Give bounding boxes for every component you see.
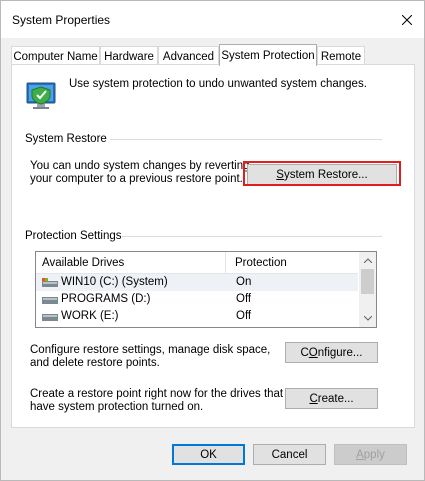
title-bar: System Properties xyxy=(1,1,424,38)
scroll-up-button[interactable] xyxy=(359,252,376,269)
button-label-rest: reate... xyxy=(317,392,354,405)
vertical-scrollbar[interactable] xyxy=(359,252,376,327)
button-label: Apply xyxy=(356,449,385,461)
create-description: Create a restore point right now for the… xyxy=(30,388,283,414)
configure-button[interactable]: COnfigure... xyxy=(285,342,378,363)
tab-computer-name[interactable]: Computer Name xyxy=(11,46,100,66)
list-item[interactable]: WORK (E:) Off xyxy=(36,308,358,325)
button-label-rest: nfigure... xyxy=(317,346,363,359)
ok-button[interactable]: OK xyxy=(172,444,245,465)
column-divider xyxy=(225,252,226,274)
list-item[interactable]: WIN10 (C:) (System) On xyxy=(36,274,358,291)
system-drive-icon xyxy=(42,278,58,287)
close-icon xyxy=(402,15,412,25)
desc-line: have system protection turned on. xyxy=(30,401,204,413)
cancel-button[interactable]: Cancel xyxy=(253,444,326,465)
protection-status: Off xyxy=(236,293,252,305)
group-divider xyxy=(110,139,382,140)
system-properties-window: System Properties Computer Name Hardware… xyxy=(0,0,425,481)
button-label: Create... xyxy=(309,393,353,405)
accelerator-key: O xyxy=(308,346,318,359)
system-restore-group-title: System Restore xyxy=(25,133,107,145)
tab-remote[interactable]: Remote xyxy=(317,46,365,66)
protection-status: Off xyxy=(236,310,252,322)
group-divider xyxy=(122,236,382,237)
button-label: COnfigure... xyxy=(300,347,362,359)
desc-line: and delete restore points. xyxy=(30,357,160,369)
button-label: OK xyxy=(200,448,217,461)
button-label: Cancel xyxy=(271,448,308,461)
button-label-rest: pply xyxy=(363,448,385,461)
list-item[interactable]: PROGRAMS (D:) Off xyxy=(36,291,358,308)
intro-text: Use system protection to undo unwanted s… xyxy=(69,78,367,90)
column-header-protection: Protection xyxy=(235,257,287,269)
scroll-down-button[interactable] xyxy=(359,310,376,327)
desc-line: Create a restore point right now for the… xyxy=(30,388,284,400)
desc-line: You can undo system changes by reverting xyxy=(30,160,250,172)
tab-label: System Protection xyxy=(221,49,315,62)
list-header: Available Drives Protection xyxy=(36,252,358,274)
apply-button[interactable]: Apply xyxy=(334,444,407,465)
tab-label: Computer Name xyxy=(13,50,98,63)
tab-hardware[interactable]: Hardware xyxy=(100,46,158,66)
chevron-up-icon xyxy=(363,258,372,263)
tab-system-protection[interactable]: System Protection xyxy=(219,44,317,66)
accelerator-key: A xyxy=(356,448,364,461)
drive-name: WIN10 (C:) (System) xyxy=(61,276,168,288)
desc-line: your computer to a previous restore poin… xyxy=(30,173,243,185)
drive-name: WORK (E:) xyxy=(61,310,119,322)
system-protection-panel: Use system protection to undo unwanted s… xyxy=(11,64,415,428)
tab-label: Hardware xyxy=(104,50,154,63)
tab-label: Remote xyxy=(320,50,362,63)
drives-list[interactable]: Available Drives Protection WIN10 (C:) (… xyxy=(35,251,377,328)
drive-name: PROGRAMS (D:) xyxy=(61,293,151,305)
accelerator-key: C xyxy=(309,392,318,405)
red-highlight-box xyxy=(243,161,401,186)
drive-icon xyxy=(42,314,58,321)
window-title: System Properties xyxy=(12,13,111,27)
protection-status: On xyxy=(236,276,252,288)
drive-icon xyxy=(42,297,58,304)
tab-label: Advanced xyxy=(162,50,215,63)
system-protection-icon xyxy=(26,82,56,109)
desc-line: Configure restore settings, manage disk … xyxy=(30,344,271,356)
button-label-pre: C xyxy=(300,346,309,359)
create-button[interactable]: Create... xyxy=(285,388,378,409)
system-restore-description: You can undo system changes by reverting… xyxy=(30,160,250,186)
scroll-thumb[interactable] xyxy=(361,269,374,294)
chevron-down-icon xyxy=(363,316,372,321)
protection-settings-group-title: Protection Settings xyxy=(25,230,122,242)
configure-description: Configure restore settings, manage disk … xyxy=(30,344,270,370)
close-button[interactable] xyxy=(396,9,418,31)
column-header-drives: Available Drives xyxy=(42,257,125,269)
tab-advanced[interactable]: Advanced xyxy=(158,46,219,66)
